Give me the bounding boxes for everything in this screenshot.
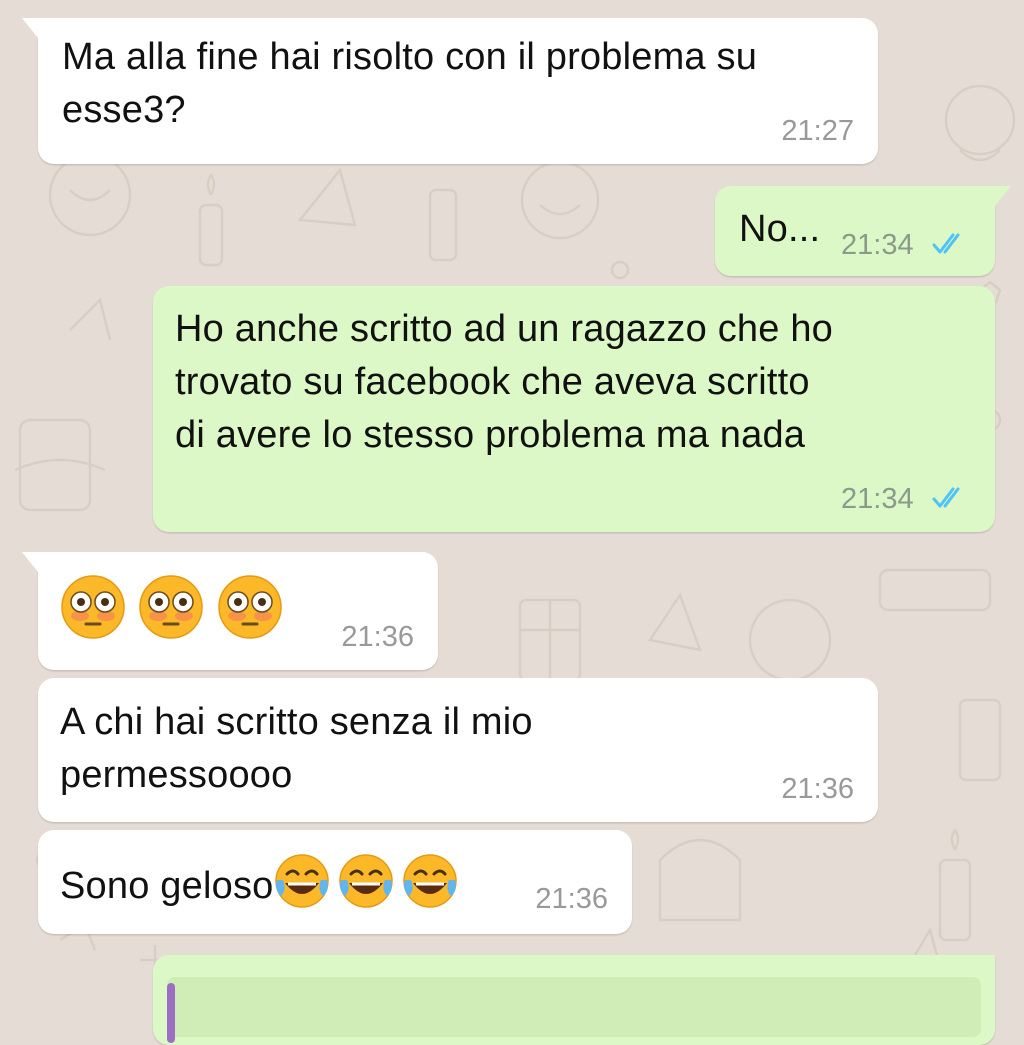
- message-text: Sono geloso: [60, 865, 274, 907]
- message-meta: 21:34: [841, 482, 968, 516]
- outgoing-message[interactable]: [153, 955, 995, 1045]
- message-text: A chi hai scritto senza il mio permessoo…: [60, 701, 533, 796]
- message-meta: 21:34: [841, 228, 968, 262]
- tears-of-joy-emoji: [275, 854, 330, 908]
- tears-of-joy-emoji: [339, 854, 394, 908]
- message-time: 21:36: [781, 773, 854, 805]
- emoji-row: [60, 574, 283, 645]
- incoming-message[interactable]: Sono geloso 21:36: [38, 830, 632, 934]
- flushed-face-emoji: [218, 575, 282, 639]
- tears-of-joy-emoji: [403, 854, 458, 908]
- message-text: Ma alla fine hai risolto con il problema…: [62, 36, 758, 131]
- incoming-message[interactable]: A chi hai scritto senza il mio permessoo…: [38, 678, 878, 822]
- message-text: No...: [739, 208, 821, 250]
- message-text-row: Sono geloso: [60, 852, 459, 913]
- flushed-face-emoji: [61, 575, 125, 639]
- incoming-message[interactable]: Ma alla fine hai risolto con il problema…: [22, 18, 878, 164]
- message-time: 21:36: [341, 621, 414, 653]
- outgoing-message[interactable]: No... 21:34: [715, 186, 1011, 276]
- message-time: 21:27: [781, 115, 854, 147]
- message-time: 21:34: [841, 229, 914, 261]
- double-check-icon: [932, 233, 960, 254]
- quoted-message[interactable]: [167, 977, 981, 1037]
- message-text: Ho anche scritto ad un ragazzo che ho tr…: [175, 308, 834, 456]
- incoming-message[interactable]: 21:36: [22, 552, 438, 670]
- flushed-face-emoji: [139, 575, 204, 639]
- message-time: 21:34: [841, 483, 914, 515]
- message-time: 21:36: [535, 883, 608, 915]
- quote-accent-bar: [167, 983, 175, 1043]
- outgoing-message[interactable]: Ho anche scritto ad un ragazzo che ho tr…: [153, 286, 995, 532]
- double-check-icon: [932, 487, 960, 508]
